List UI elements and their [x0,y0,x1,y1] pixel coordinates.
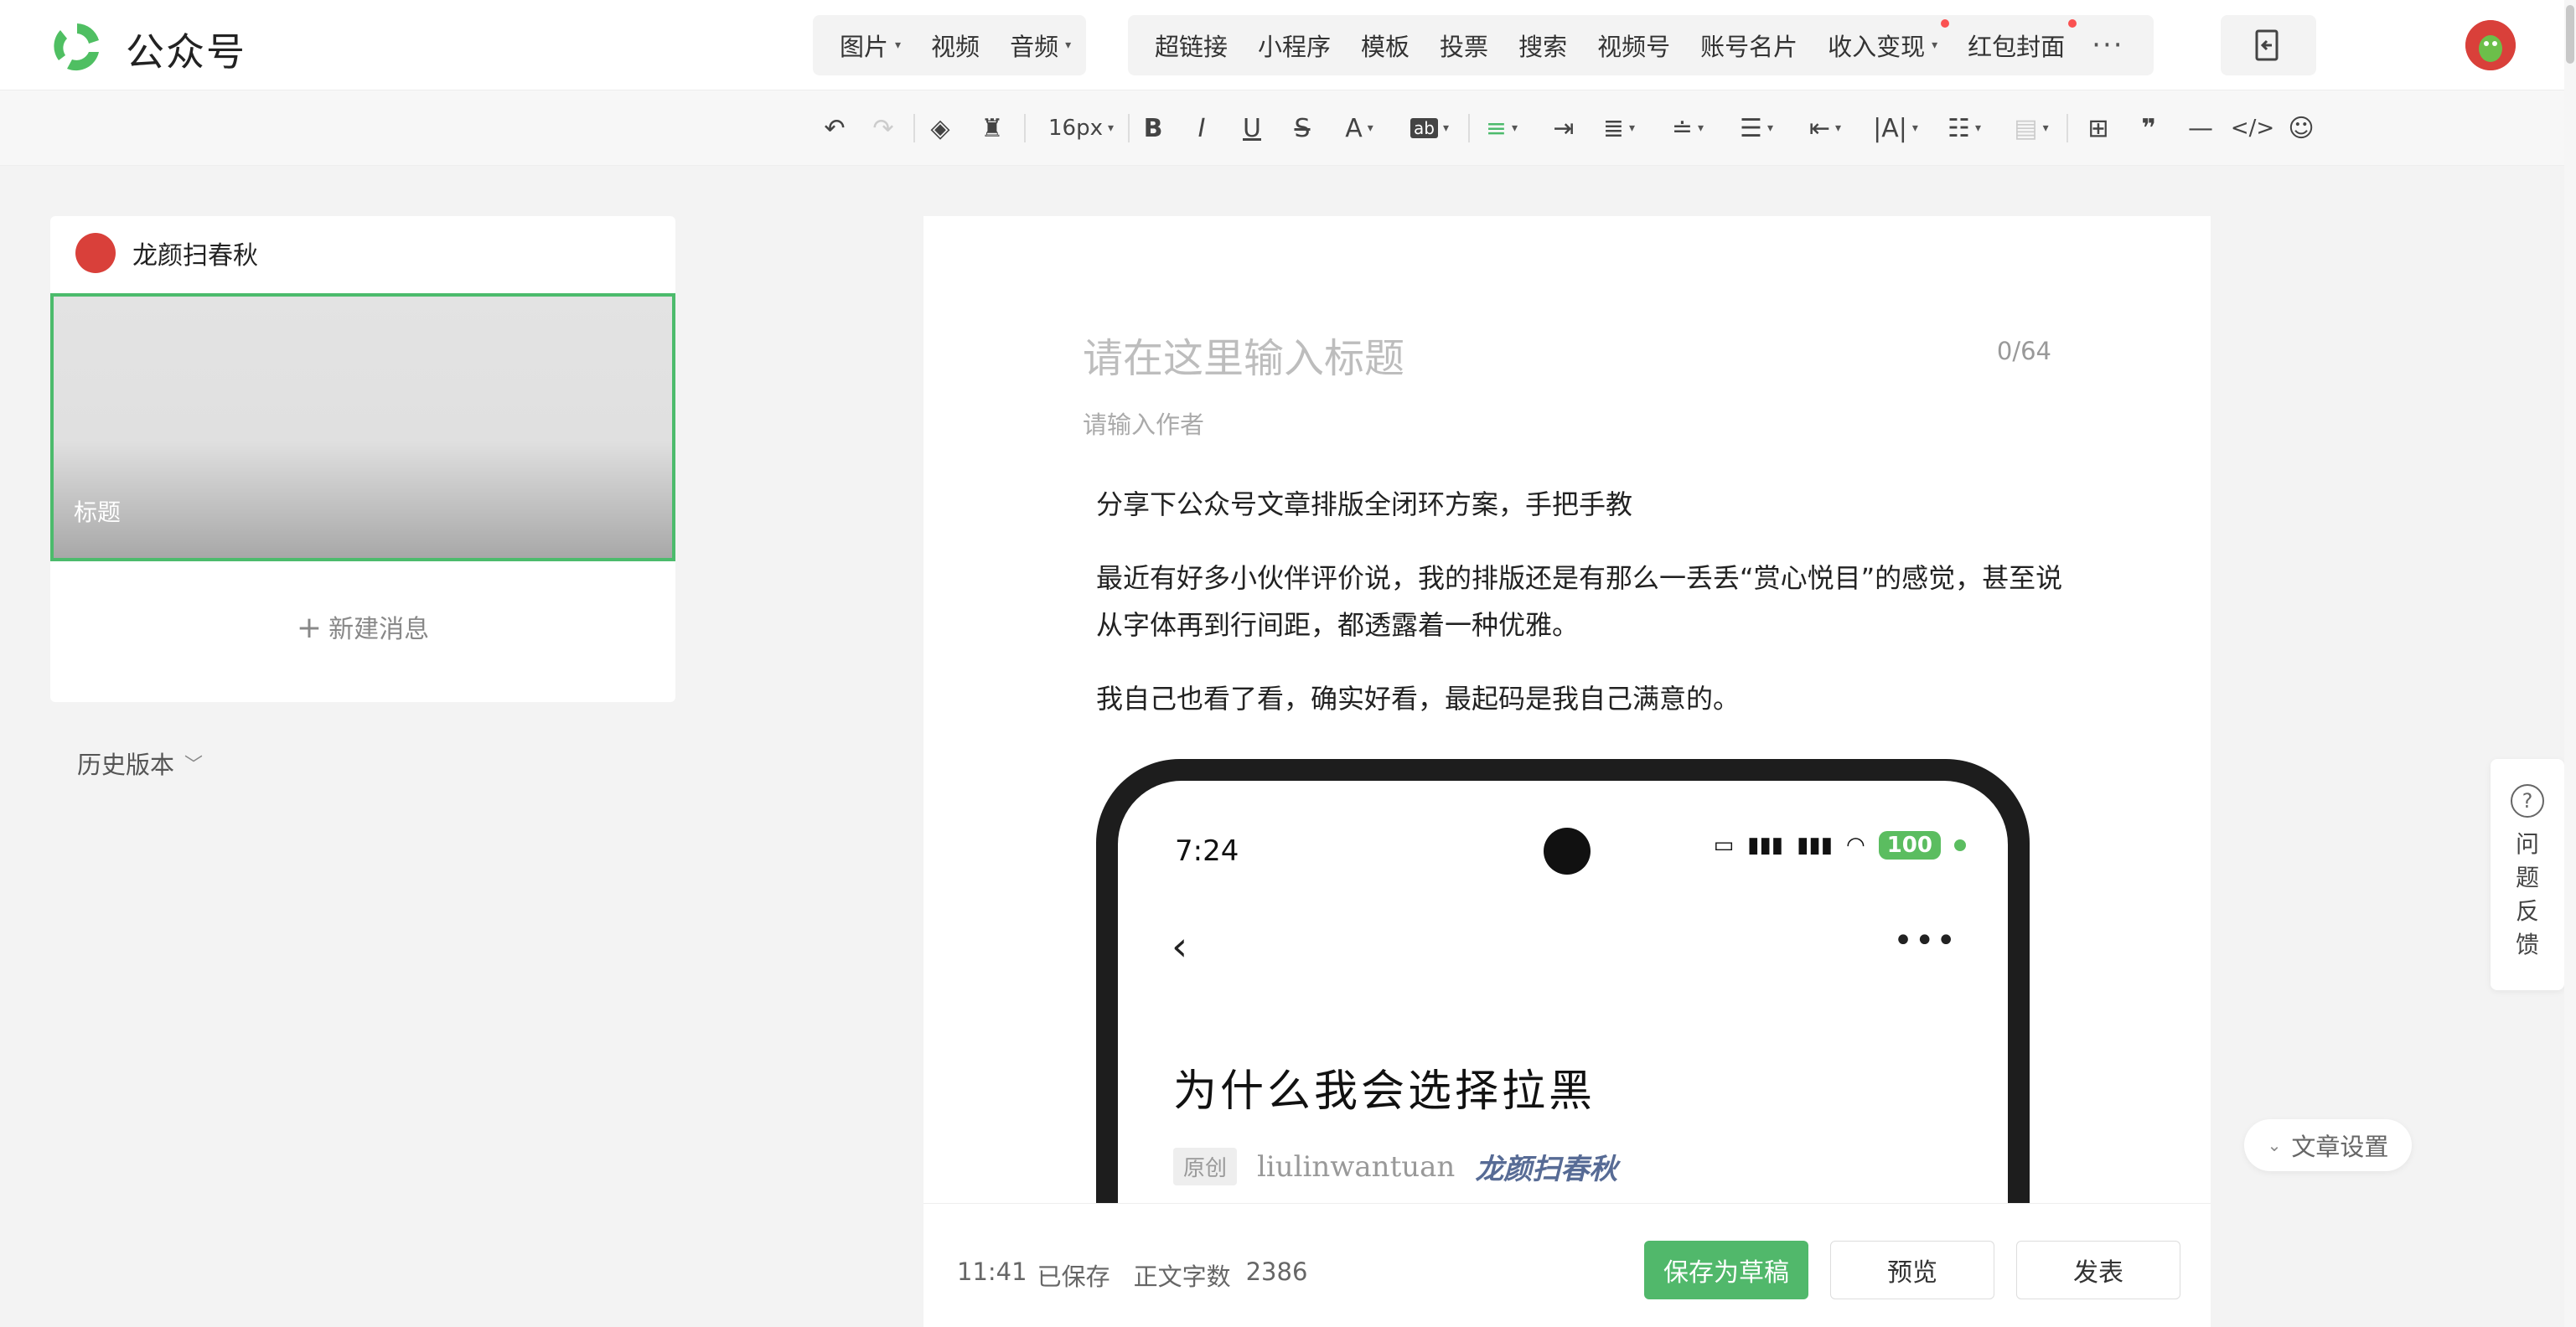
caret-down-icon: ▾ [1065,39,1072,52]
font-color-icon[interactable]: A ▾ [1336,109,1383,147]
exit-icon [2255,29,2279,61]
save-draft-button[interactable]: 保存为草稿 [1644,1241,1808,1299]
wechat-mp-logo-icon [54,23,99,71]
phone-status-bar: ▭ ▮▮▮ ▮▮▮ ◠ 100 [1714,831,1966,860]
float-icon[interactable]: ▤ ▾ [2008,109,2055,147]
signal-icon: ▮▮▮ [1797,833,1834,858]
insert-red-envelope-button[interactable]: 红包封面 [1953,19,2080,63]
undo-icon[interactable]: ↶ [818,109,851,147]
caret-down-icon: ▾ [1932,39,1938,52]
list-icon[interactable]: ☷ ▾ [1941,109,1988,147]
insert-account-card-button[interactable]: 账号名片 [1685,28,1813,63]
align-left-icon[interactable]: ≡ ▾ [1478,109,1525,147]
insert-search-button[interactable]: 搜索 [1503,28,1582,63]
history-version-toggle[interactable]: 历史版本 ﹀ [77,746,203,781]
camera-icon [1544,828,1591,875]
new-message-button[interactable]: + 新建消息 [50,608,675,645]
bottom-action-bar: 11:41 已保存 正文字数 2386 保存为草稿 预览 发表 [923,1203,2211,1327]
charging-dot-icon [1954,839,1966,851]
title-char-counter: 0/64 [1996,337,2051,365]
insert-image-menu[interactable]: 图片 ▾ [825,28,916,63]
underline-icon[interactable]: U [1235,109,1269,147]
phone-author-id: liulinwantuan [1257,1149,1456,1184]
avatar-dragon-icon [2465,20,2516,70]
chevron-down-icon: ﹀ [184,755,204,776]
media-insert-group: 图片 ▾ 视频 音频 ▾ [813,15,1086,75]
user-avatar[interactable] [2465,20,2516,70]
wifi-icon: ◠ [1846,833,1865,858]
body-paragraph[interactable]: 我自己也看了看，确实好看，最起码是我自己满意的。 [1096,675,2077,722]
insert-video-button[interactable]: 视频 [916,28,995,63]
battery-icon: 100 [1878,831,1941,860]
laptop-icon: ▭ [1713,833,1735,858]
phone-article-meta: 原创 liulinwantuan 龙颜扫春秋 [1173,1146,1617,1187]
font-size-select[interactable]: 16px ▾ [1039,109,1123,147]
page-scrollbar[interactable] [2564,0,2576,1327]
signal-icon: ▮▮▮ [1747,833,1784,858]
divider-icon[interactable]: — [2184,109,2217,147]
article-editor: 请在这里输入标题 0/64 请输入作者 分享下公众号文章排版全闭环方案，手把手教… [923,216,2211,1327]
paragraph-spacing-icon[interactable]: ≐ ▾ [1664,109,1711,147]
article-settings-button[interactable]: ⌄ 文章设置 [2244,1119,2412,1171]
insert-miniprogram-button[interactable]: 小程序 [1243,28,1346,63]
app-title: 公众号 [126,29,246,75]
insert-audio-menu[interactable]: 音频 ▾ [995,28,1086,63]
article-list-panel: 龙颜扫春秋 标题 + 新建消息 [50,216,675,702]
new-badge-dot [1941,19,1950,28]
body-paragraph[interactable]: 最近有好多小伙伴评价说，我的排版还是有那么一丢丢“赏心悦目”的感觉，甚至说从字体… [1096,555,2077,648]
caret-down-icon: ▾ [1107,121,1114,135]
format-painter-icon[interactable]: ♜ [975,109,1009,147]
phone-account-name: 龙颜扫春秋 [1475,1153,1618,1186]
save-status: 11:41 已保存 正文字数 2386 [957,1257,1308,1291]
author-input[interactable]: 请输入作者 [1083,405,1204,441]
bold-icon[interactable]: B [1136,109,1170,147]
insert-hyperlink-button[interactable]: 超链接 [1140,28,1243,63]
caret-down-icon: ▾ [895,39,902,52]
insert-monetize-menu[interactable]: 收入变现 ▾ [1813,19,1953,63]
table-icon[interactable]: ⊞ [2082,109,2115,147]
scrollbar-thumb[interactable] [2566,5,2574,64]
publish-button[interactable]: 发表 [2016,1241,2180,1299]
clear-format-icon[interactable]: ◈ [923,109,957,147]
highlight-color-icon[interactable]: ab ▾ [1403,109,1456,147]
title-input[interactable]: 请在这里输入标题 [1083,325,1404,384]
content-insert-group: 超链接 小程序 模板 投票 搜索 视频号 账号名片 收入变现 ▾ 红包封面 ··· [1128,15,2154,75]
quote-icon[interactable]: ❞ [2132,109,2165,147]
plus-icon: + [296,611,323,645]
double-chevron-down-icon: ⌄ [2267,1135,2282,1155]
code-icon[interactable]: </> [2231,109,2274,147]
account-header: 龙颜扫春秋 [75,233,258,273]
insert-template-button[interactable]: 模板 [1346,28,1425,63]
cover-title: 标题 [74,498,122,526]
feedback-label: 问题反馈 [2515,830,2539,958]
article-cover-card[interactable]: 标题 [50,293,675,561]
question-icon: ? [2511,784,2544,818]
body-paragraph[interactable]: 分享下公众号文章排版全闭环方案，手把手教 [1096,481,2077,528]
insert-vote-button[interactable]: 投票 [1425,28,1503,63]
phone-article-title: 为什么我会选择拉黑 [1173,1066,1596,1117]
letter-spacing-icon[interactable]: |A| ▾ [1870,109,1921,147]
more-options-button[interactable]: ··· [2080,28,2135,62]
preview-button[interactable]: 预览 [1830,1241,1994,1299]
indent-icon[interactable]: ⇥ [1547,109,1580,147]
account-name: 龙颜扫春秋 [132,241,258,271]
feedback-button[interactable]: ? 问题反馈 [2491,759,2564,990]
exit-editor-button[interactable] [2221,15,2316,75]
original-tag: 原创 [1173,1148,1238,1185]
format-toolbar: ↶ ↷ ◈ ♜ 16px ▾ B I U S A ▾ ab ▾ ≡ ▾ ⇥ ≣ ▾ ≐ ▾ … [0,90,2576,166]
emoji-icon[interactable]: ☺ [2284,109,2318,147]
phone-time: 7:24 [1175,834,1239,868]
italic-icon[interactable]: I [1185,109,1218,147]
top-bar: 公众号 图片 ▾ 视频 音频 ▾ 超链接 小程序 模板 投票 搜索 视频号 账号名片… [0,0,2576,90]
account-avatar [75,233,116,273]
back-chevron-icon: ‹ [1172,923,1188,970]
line-height-icon[interactable]: ☰ ▾ [1733,109,1780,147]
text-indent-icon[interactable]: ⇤ ▾ [1802,109,1849,147]
more-dots-icon: ••• [1893,922,1958,960]
new-badge-dot [2068,19,2077,28]
strikethrough-icon[interactable]: S [1285,109,1319,147]
insert-channels-button[interactable]: 视频号 [1582,28,1685,63]
margin-icon[interactable]: ≣ ▾ [1596,109,1642,147]
redo-icon[interactable]: ↷ [866,109,900,147]
